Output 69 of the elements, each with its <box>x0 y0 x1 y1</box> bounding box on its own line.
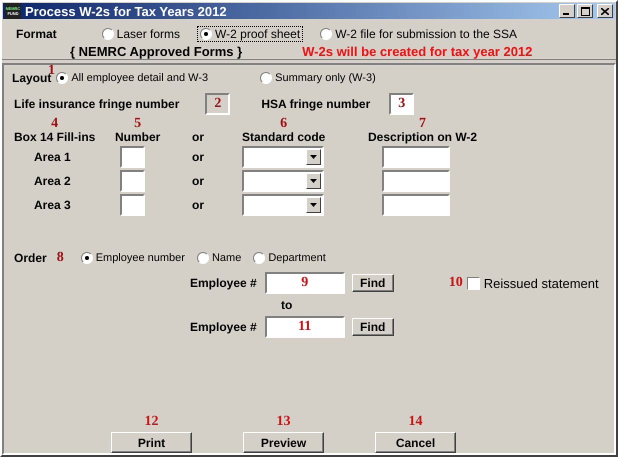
employee-label: Employee # <box>190 320 257 334</box>
standard-code-dropdown[interactable] <box>242 146 324 168</box>
maximize-button[interactable] <box>577 4 593 18</box>
column-header: Box 14 Fill-ins <box>14 130 96 144</box>
dropdown-arrow-icon <box>310 155 317 159</box>
radio-option[interactable]: W-2 file for submission to the SSA <box>317 26 520 42</box>
callout-number: 4 <box>51 117 58 130</box>
radio-option[interactable]: Employee number <box>78 251 188 265</box>
to-label: to <box>281 298 292 312</box>
employee-field[interactable]: 11 <box>264 316 345 338</box>
minimize-button[interactable] <box>559 4 575 18</box>
dropdown-arrow-icon <box>310 203 317 207</box>
callout-number: 2 <box>214 96 222 112</box>
description-field[interactable] <box>382 170 450 192</box>
fringe-label: HSA fringe number <box>261 97 370 111</box>
or-label: or <box>192 174 204 188</box>
callout-number: 13 <box>276 414 290 430</box>
radio-option[interactable]: All employee detail and W-3 <box>53 71 212 85</box>
action-button[interactable]: Cancel <box>375 432 456 453</box>
callout-number: 10 <box>448 275 463 291</box>
close-icon <box>601 8 609 14</box>
find-button[interactable]: Find <box>352 318 394 336</box>
approved-forms-note: { NEMRC Approved Forms } <box>70 44 242 59</box>
radio-option[interactable]: Name <box>194 251 244 265</box>
employee-field[interactable]: 9 <box>264 272 345 294</box>
radio-option[interactable]: W-2 proof sheet <box>197 26 304 42</box>
number-field[interactable] <box>120 146 145 168</box>
callout-number: 11 <box>298 319 312 335</box>
employee-label: Employee # <box>190 276 257 290</box>
format-label: Format <box>16 27 57 41</box>
radio-option[interactable]: Summary only (W-3) <box>257 71 379 85</box>
callout-number: 9 <box>301 275 308 291</box>
column-header: Standard code <box>242 130 326 144</box>
callout-number: 5 <box>134 117 142 130</box>
area-label: Area 3 <box>34 198 71 212</box>
description-field[interactable] <box>382 146 450 168</box>
callout-number: 12 <box>144 414 158 430</box>
action-button[interactable]: Preview <box>243 432 324 453</box>
tax-year-notice: W-2s will be created for tax year 2012 <box>302 44 532 59</box>
callout-number: 8 <box>56 250 64 266</box>
callout-number: 3 <box>398 96 406 112</box>
find-button[interactable]: Find <box>352 274 394 292</box>
callout-number: 14 <box>408 414 422 430</box>
window-title: Process W-2s for Tax Years 2012 <box>25 4 228 18</box>
fringe-label: Life insurance fringe number <box>14 97 180 111</box>
action-button[interactable]: Print <box>111 432 192 453</box>
callout-number: 7 <box>419 117 426 130</box>
fringe-number-field[interactable]: 3 <box>389 93 414 115</box>
dropdown-arrow-icon <box>310 179 317 183</box>
radio-option[interactable]: Department <box>250 251 329 265</box>
reissued-label: Reissued statement <box>484 276 599 290</box>
maximize-icon <box>580 6 590 16</box>
standard-code-dropdown[interactable] <box>242 170 324 192</box>
reissued-checkbox[interactable] <box>466 276 480 290</box>
standard-code-dropdown[interactable] <box>242 194 324 216</box>
number-field[interactable] <box>120 170 145 192</box>
column-header: Number <box>115 130 160 144</box>
number-field[interactable] <box>120 194 145 216</box>
or-label: or <box>192 150 204 164</box>
description-field[interactable] <box>382 194 450 216</box>
or-label: or <box>192 198 204 212</box>
radio-option[interactable]: Laser forms <box>98 26 184 42</box>
callout-number: 6 <box>280 117 288 130</box>
area-label: Area 2 <box>34 174 71 188</box>
column-header: or <box>192 130 204 144</box>
order-label: Order <box>14 251 47 265</box>
area-label: Area 1 <box>34 150 71 164</box>
close-button[interactable] <box>597 4 613 18</box>
column-header: Description on W-2 <box>368 130 478 144</box>
